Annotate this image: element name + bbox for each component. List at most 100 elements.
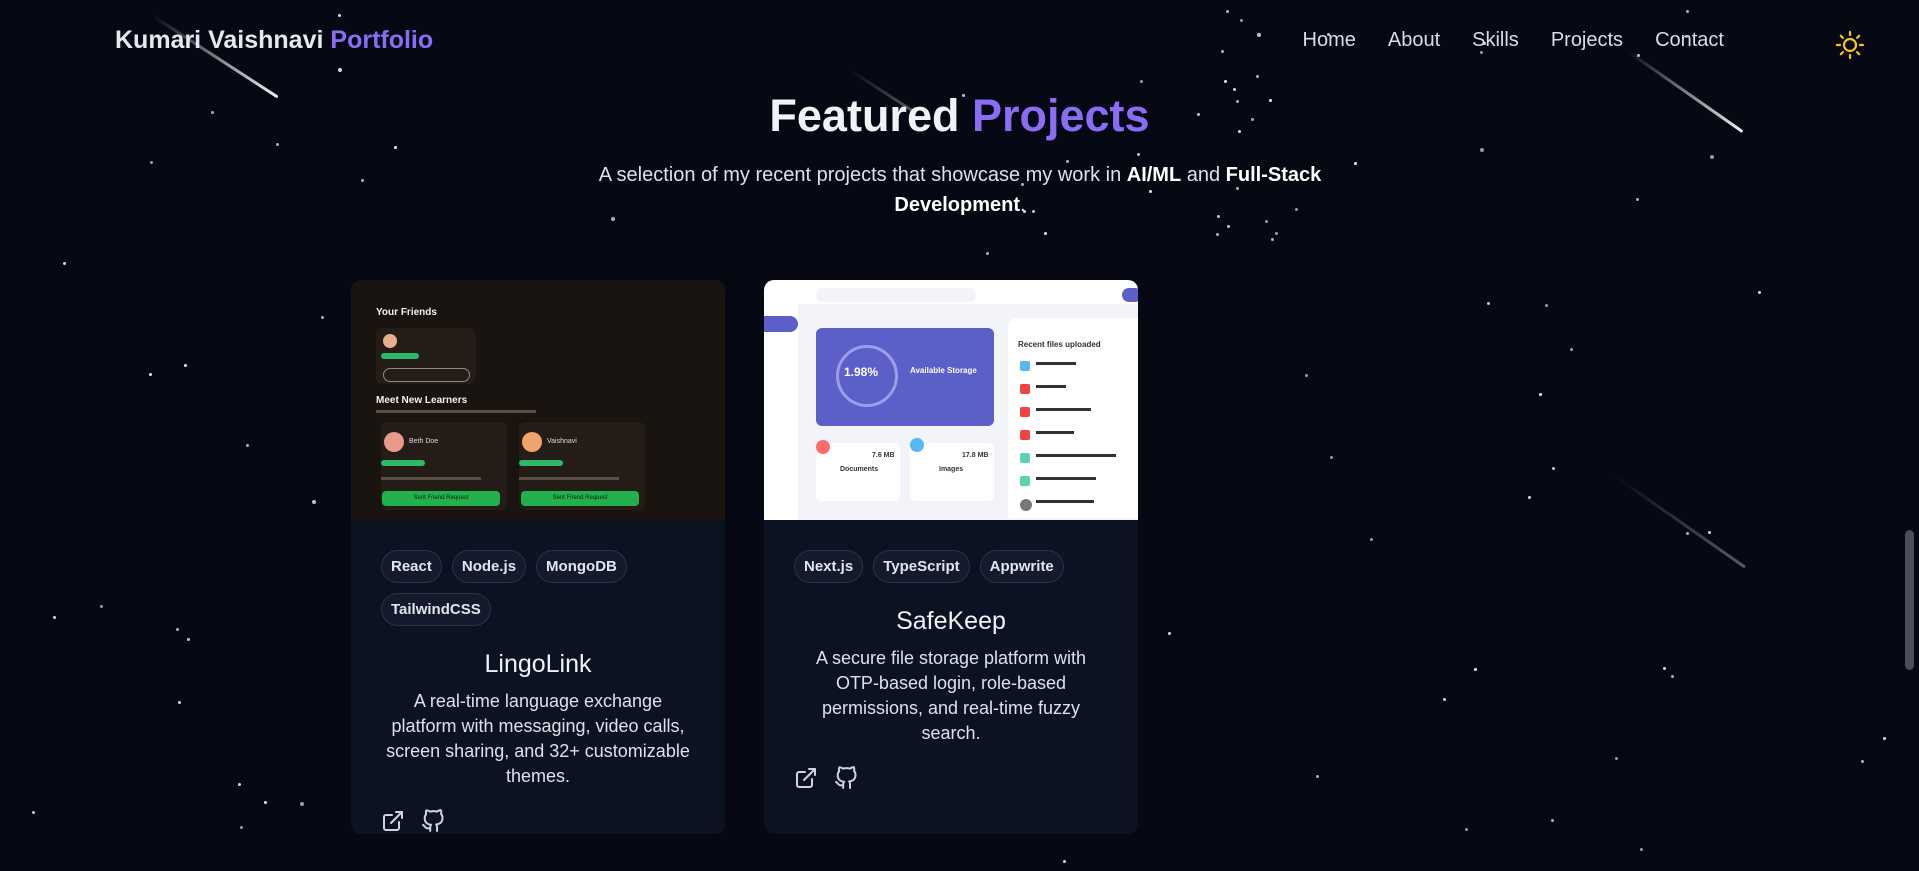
star [1686, 532, 1689, 535]
star [1227, 225, 1230, 228]
star [32, 811, 35, 814]
project-description: A real-time language exchange platform w… [386, 691, 690, 786]
thumb-learners-heading: Meet New Learners [376, 395, 468, 406]
thumb-images-label: Images [939, 466, 964, 473]
section-subtitle: A selection of my recent projects that s… [580, 160, 1340, 220]
subtitle-text: A selection of my recent projects that s… [598, 164, 1127, 186]
thumb-images-size: 17.8 MB [962, 452, 989, 459]
tag: TypeScript [873, 550, 970, 583]
tag: MongoDB [536, 550, 627, 583]
star [361, 179, 364, 182]
thumb-documents-label: Documents [840, 466, 879, 473]
thumb-friends-heading: Your Friends [376, 307, 437, 318]
star [1861, 760, 1864, 763]
star [1640, 848, 1643, 851]
star [394, 146, 397, 149]
main-nav: Home About Skills Projects Contact [1303, 29, 1724, 52]
nav-home[interactable]: Home [1303, 29, 1356, 52]
star [53, 616, 56, 619]
project-thumbnail: Your Friends Meet New Learners Beth Doe … [351, 280, 725, 520]
star [1570, 348, 1573, 351]
nav-skills[interactable]: Skills [1472, 29, 1519, 52]
star [1708, 531, 1711, 534]
github-icon[interactable] [834, 766, 858, 790]
project-title: LingoLink [484, 650, 592, 678]
nav-about[interactable]: About [1388, 29, 1440, 52]
star [1487, 302, 1490, 305]
star [176, 628, 179, 631]
star [1330, 456, 1333, 459]
star [1663, 667, 1666, 670]
subtitle-text: . [1020, 194, 1026, 216]
project-card-lingolink: Your Friends Meet New Learners Beth Doe … [351, 280, 725, 834]
project-card-safekeep: 1.98% Available Storage 7.6 MB 17.8 MB D… [764, 280, 1138, 834]
star [1271, 238, 1274, 241]
thumb-storage-label: Available Storage [910, 366, 977, 375]
star [1370, 538, 1373, 541]
section-title: Featured Projects [0, 90, 1919, 142]
star [1758, 291, 1761, 294]
external-link-icon[interactable] [794, 766, 818, 790]
star [1305, 374, 1308, 377]
star [1063, 860, 1066, 863]
star [1137, 153, 1140, 156]
thumb-button-a: Sent Friend Request [382, 491, 500, 506]
star [1671, 675, 1674, 678]
star [312, 500, 316, 504]
thumb-user-b: Vaishnavi [547, 438, 577, 445]
star [187, 638, 190, 641]
tag: TailwindCSS [381, 593, 491, 626]
star [1615, 757, 1618, 760]
theme-toggle-button[interactable] [1834, 29, 1866, 61]
tag: Next.js [794, 550, 864, 583]
star [1474, 668, 1477, 671]
star [276, 143, 279, 146]
shooting-star [1613, 474, 1746, 569]
project-links [764, 766, 1138, 790]
external-link-icon[interactable] [381, 809, 405, 833]
star [264, 801, 267, 804]
star [1539, 393, 1542, 396]
star [149, 373, 152, 376]
site-logo[interactable]: Kumari Vaishnavi Portfolio [115, 26, 433, 55]
star [300, 802, 304, 806]
star [1168, 632, 1171, 635]
thumb-documents-size: 7.6 MB [872, 452, 895, 459]
nav-contact[interactable]: Contact [1655, 29, 1724, 52]
star [150, 161, 153, 164]
logo-name: Kumari Vaishnavi [115, 26, 324, 54]
star [178, 701, 181, 704]
star [1480, 148, 1484, 152]
title-plain: Featured [769, 90, 960, 141]
nav-projects[interactable]: Projects [1551, 29, 1623, 52]
star [100, 605, 103, 608]
star [63, 262, 66, 265]
page-scrollbar[interactable] [1905, 530, 1914, 670]
star [240, 826, 243, 829]
star [1316, 775, 1319, 778]
github-icon[interactable] [421, 809, 445, 833]
tag-list: Next.js TypeScript Appwrite [764, 550, 1138, 583]
star [238, 783, 241, 786]
star [321, 316, 324, 319]
star [1551, 819, 1554, 822]
star [1354, 162, 1357, 165]
project-links [351, 809, 725, 833]
tag: Appwrite [979, 550, 1064, 583]
star [1883, 737, 1886, 740]
thumb-storage-percent: 1.98% [844, 365, 879, 379]
star [1710, 155, 1714, 159]
star [986, 252, 989, 255]
star [1265, 220, 1268, 223]
star [184, 364, 187, 367]
star [1044, 232, 1047, 235]
star [1528, 496, 1531, 499]
tag: Node.js [451, 550, 527, 583]
star [1545, 304, 1548, 307]
star [1636, 198, 1639, 201]
tag: React [381, 550, 442, 583]
star [1275, 232, 1278, 235]
star [1465, 828, 1468, 831]
sun-icon [1835, 30, 1865, 60]
title-accent: Projects [971, 90, 1150, 141]
